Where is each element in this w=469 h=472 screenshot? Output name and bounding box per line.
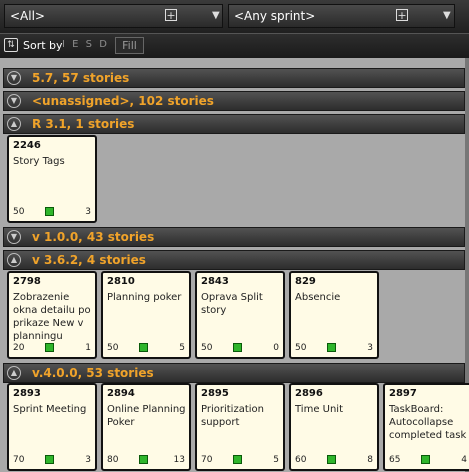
- status-indicator: [327, 455, 336, 464]
- lane-header-r-3-1[interactable]: ▲ R 3.1, 1 stories: [3, 114, 465, 134]
- collapse-chevron-icon[interactable]: ▲: [7, 366, 21, 380]
- status-indicator: [233, 455, 242, 464]
- collapse-chevron-icon[interactable]: ▲: [7, 253, 21, 267]
- expand-chevron-icon[interactable]: ▼: [7, 71, 21, 85]
- story-card[interactable]: 2843 Oprava Split story 50 0: [195, 271, 285, 359]
- story-id: 829: [295, 276, 316, 287]
- story-title: Zobrazenie okna detailu po prikaze New v…: [13, 292, 91, 342]
- status-indicator: [139, 343, 148, 352]
- lane-header-5-7[interactable]: ▼ 5.7, 57 stories: [3, 68, 465, 88]
- task-count: 4: [461, 455, 467, 465]
- expand-chevron-icon[interactable]: ▼: [7, 94, 21, 108]
- story-card[interactable]: 2810 Planning poker 50 5: [101, 271, 191, 359]
- task-count: 8: [367, 455, 373, 465]
- story-board: ▼ 5.7, 57 stories ▼ <unassigned>, 102 st…: [0, 63, 469, 472]
- story-id: 2246: [13, 140, 41, 151]
- story-id: 2897: [389, 388, 417, 399]
- story-title: Sprint Meeting: [13, 404, 87, 415]
- task-count: 5: [179, 343, 185, 353]
- story-estimate: 65: [389, 455, 401, 465]
- story-estimate: 80: [107, 455, 119, 465]
- task-count: 5: [273, 455, 279, 465]
- lane-title: 5.7, 57 stories: [32, 71, 130, 85]
- story-estimate: 70: [13, 455, 25, 465]
- status-indicator: [327, 343, 336, 352]
- story-id: 2843: [201, 276, 229, 287]
- story-card[interactable]: 2246 Story Tags 50 3: [7, 135, 97, 223]
- sort-key-s[interactable]: S: [86, 39, 93, 50]
- task-count: 1: [85, 343, 91, 353]
- lane-header-unassigned[interactable]: ▼ <unassigned>, 102 stories: [3, 91, 465, 111]
- story-id: 2893: [13, 388, 41, 399]
- lane-header-v-3-6-2[interactable]: ▲ v 3.6.2, 4 stories: [3, 250, 465, 270]
- sort-by-label: Sort by: [23, 39, 63, 52]
- status-indicator: [45, 455, 54, 464]
- sort-key-i[interactable]: I: [62, 39, 66, 50]
- lane-header-v-4-0-0[interactable]: ▲ v.4.0.0, 53 stories: [3, 363, 465, 383]
- story-id: 2810: [107, 276, 135, 287]
- story-card[interactable]: 2798 Zobrazenie okna detailu po prikaze …: [7, 271, 97, 359]
- task-count: 3: [85, 207, 91, 217]
- lane-header-v-1-0-0[interactable]: ▼ v 1.0.0, 43 stories: [3, 227, 465, 247]
- story-title: Prioritization support: [201, 404, 264, 428]
- story-card[interactable]: 2896 Time Unit 60 8: [289, 383, 379, 471]
- status-indicator: [45, 207, 54, 216]
- story-title: Story Tags: [13, 156, 65, 167]
- story-estimate: 50: [201, 343, 213, 353]
- story-title: TaskBoard: Autocollapse completed task: [389, 404, 467, 441]
- story-id: 2895: [201, 388, 229, 399]
- add-sprint-icon[interactable]: +: [396, 9, 408, 21]
- expand-chevron-icon[interactable]: ▼: [7, 230, 21, 244]
- story-estimate: 70: [201, 455, 213, 465]
- task-count: 3: [85, 455, 91, 465]
- story-estimate: 50: [13, 207, 25, 217]
- status-indicator: [45, 343, 54, 352]
- story-id: 2896: [295, 388, 323, 399]
- chevron-down-icon[interactable]: ▼: [212, 10, 220, 21]
- story-card[interactable]: 2894 Online Planning Poker 80 13: [101, 383, 191, 471]
- story-estimate: 50: [107, 343, 119, 353]
- task-count: 0: [273, 343, 279, 353]
- lane-title: <unassigned>, 102 stories: [32, 94, 214, 108]
- fill-button[interactable]: Fill: [115, 37, 144, 54]
- release-filter-dropdown[interactable]: <All> + ▼: [4, 4, 223, 28]
- story-id: 2894: [107, 388, 135, 399]
- task-count: 3: [367, 343, 373, 353]
- status-indicator: [421, 455, 430, 464]
- lane-title: v 1.0.0, 43 stories: [32, 230, 155, 244]
- filter-bar: <All> + ▼ <Any sprint> + ▼: [0, 0, 469, 33]
- story-estimate: 50: [295, 343, 307, 353]
- add-release-icon[interactable]: +: [165, 9, 177, 21]
- story-title: Time Unit: [295, 404, 344, 415]
- story-title: Absencie: [295, 292, 341, 303]
- sort-icon[interactable]: ⇅: [4, 38, 18, 52]
- lane-title: v 3.6.2, 4 stories: [32, 253, 146, 267]
- chevron-down-icon[interactable]: ▼: [443, 10, 451, 21]
- lane-title: v.4.0.0, 53 stories: [32, 366, 154, 380]
- story-card[interactable]: 2895 Prioritization support 70 5: [195, 383, 285, 471]
- sort-toolbar: ⇅ Sort by I E S D R Fill: [0, 33, 469, 58]
- status-indicator: [139, 455, 148, 464]
- status-indicator: [233, 343, 242, 352]
- collapse-chevron-icon[interactable]: ▲: [7, 117, 21, 131]
- release-filter-value: <All>: [10, 9, 45, 23]
- sprint-filter-dropdown[interactable]: <Any sprint> + ▼: [228, 4, 455, 28]
- lane-title: R 3.1, 1 stories: [32, 117, 135, 131]
- story-estimate: 20: [13, 343, 25, 353]
- sprint-filter-value: <Any sprint>: [234, 9, 316, 23]
- story-card[interactable]: 2897 TaskBoard: Autocollapse completed t…: [383, 383, 469, 471]
- story-title: Planning poker: [107, 292, 182, 303]
- story-estimate: 60: [295, 455, 307, 465]
- task-count: 13: [173, 455, 185, 465]
- story-id: 2798: [13, 276, 41, 287]
- story-card[interactable]: 829 Absencie 50 3: [289, 271, 379, 359]
- story-card[interactable]: 2893 Sprint Meeting 70 3: [7, 383, 97, 471]
- story-title: Online Planning Poker: [107, 404, 186, 428]
- story-title: Oprava Split story: [201, 292, 263, 316]
- sort-key-d[interactable]: D: [99, 39, 108, 50]
- sort-key-e[interactable]: E: [72, 39, 79, 50]
